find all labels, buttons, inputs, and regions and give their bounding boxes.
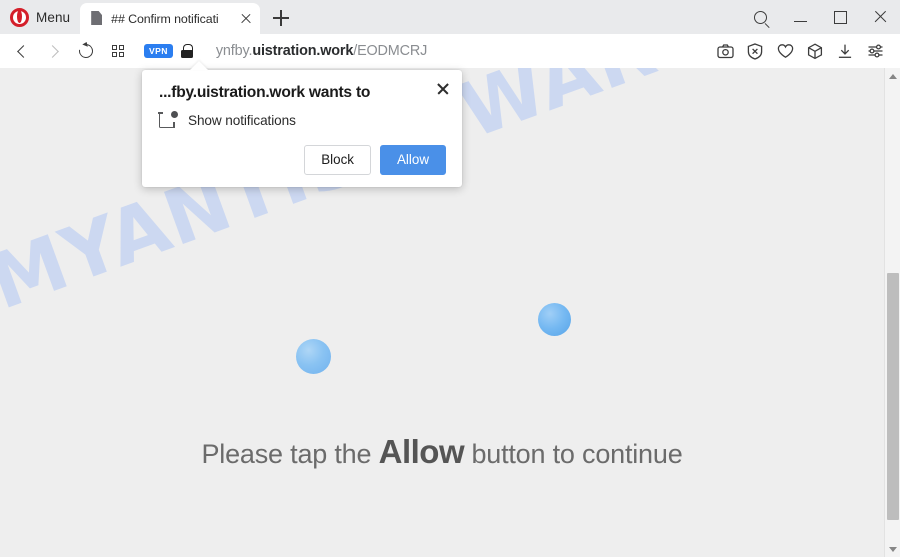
- url-text: ynfby.uistration.work/EODMCRJ: [216, 43, 427, 59]
- search-icon[interactable]: [740, 0, 780, 34]
- grid-icon: [111, 44, 125, 58]
- ad-blocker-icon[interactable]: [740, 35, 770, 67]
- easy-setup-icon[interactable]: [860, 35, 890, 67]
- notification-badge-icon: [158, 111, 178, 129]
- loading-dot: [538, 303, 571, 336]
- menu-button-label: Menu: [36, 9, 71, 25]
- tab-close-icon[interactable]: [236, 9, 256, 29]
- url-path: /EODMCRJ: [353, 43, 428, 59]
- new-tab-button[interactable]: [266, 3, 296, 33]
- block-button[interactable]: Block: [304, 145, 371, 176]
- heart-icon[interactable]: [770, 35, 800, 67]
- minimize-icon[interactable]: [780, 0, 820, 34]
- crypto-wallet-icon[interactable]: [800, 35, 830, 67]
- back-button[interactable]: [6, 35, 38, 67]
- speed-dial-button[interactable]: [102, 35, 134, 67]
- snapshot-icon[interactable]: [710, 35, 740, 67]
- browser-window: Menu ## Confirm notificati VPN ynfby.uis…: [0, 0, 900, 557]
- address-bar[interactable]: VPN ynfby.uistration.work/EODMCRJ: [134, 34, 710, 68]
- dialog-actions: Block Allow: [159, 145, 446, 176]
- tab-active[interactable]: ## Confirm notificati: [80, 3, 261, 34]
- instruction-suffix: button to continue: [471, 439, 683, 469]
- allow-button[interactable]: Allow: [380, 145, 446, 176]
- instruction-prefix: Please tap the: [201, 439, 372, 469]
- instruction-allow-word: Allow: [378, 433, 465, 470]
- reload-button[interactable]: [70, 35, 102, 67]
- scroll-up-icon[interactable]: [885, 68, 900, 84]
- loading-dot: [296, 339, 331, 374]
- vpn-badge[interactable]: VPN: [144, 43, 173, 59]
- page-scrollbar[interactable]: [884, 68, 900, 557]
- window-controls: [740, 0, 900, 34]
- url-domain: uistration.work: [252, 43, 354, 59]
- browser-toolbar: VPN ynfby.uistration.work/EODMCRJ: [0, 34, 900, 68]
- opera-logo-icon: [10, 7, 29, 27]
- permission-row: Show notifications: [158, 111, 446, 129]
- toolbar-icon-group: [710, 35, 894, 67]
- scroll-down-icon[interactable]: [885, 541, 900, 557]
- dialog-close-icon[interactable]: [432, 78, 454, 100]
- forward-button[interactable]: [38, 35, 70, 67]
- page-instruction: Please tap the Allow button to continue: [0, 433, 884, 471]
- tab-strip: Menu ## Confirm notificati: [0, 0, 900, 34]
- dialog-title: ...fby.uistration.work wants to: [159, 84, 371, 101]
- notification-permission-dialog: ...fby.uistration.work wants to Show not…: [142, 70, 462, 188]
- permission-label: Show notifications: [188, 112, 296, 128]
- dialog-pointer: [190, 61, 208, 70]
- scrollbar-thumb[interactable]: [887, 273, 899, 520]
- opera-menu-button[interactable]: Menu: [0, 0, 79, 34]
- page-icon: [91, 11, 104, 26]
- lock-icon[interactable]: [181, 43, 194, 59]
- close-icon[interactable]: [860, 0, 900, 34]
- maximize-icon[interactable]: [820, 0, 860, 34]
- tab-title: ## Confirm notificati: [111, 11, 219, 26]
- downloads-icon[interactable]: [830, 35, 860, 67]
- url-prefix: ynfby.: [215, 43, 253, 59]
